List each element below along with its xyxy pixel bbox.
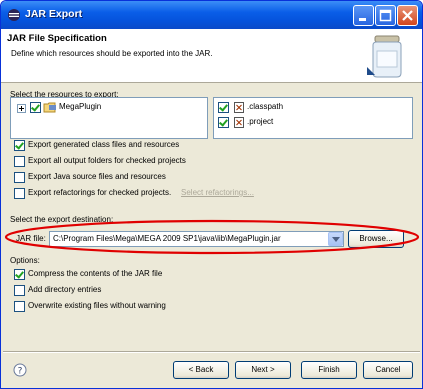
xml-file-icon (234, 117, 244, 128)
export-output-folders-label[interactable]: Export all output folders for checked pr… (28, 156, 186, 165)
export-source-files-checkbox[interactable] (14, 172, 25, 183)
finish-button[interactable]: Finish (301, 361, 357, 379)
eclipse-icon (8, 9, 20, 21)
minimize-icon (359, 18, 366, 21)
project-checkbox[interactable] (218, 117, 229, 128)
compress-checkbox[interactable] (14, 269, 25, 280)
export-output-folders-checkbox[interactable] (14, 156, 25, 167)
project-folder-icon (43, 102, 56, 113)
jar-export-window: JAR Export JAR File Specification Define… (0, 0, 423, 389)
export-refactorings-checkbox[interactable] (14, 188, 25, 199)
wizard-header: JAR File Specification Define which reso… (1, 29, 422, 83)
overwrite-label[interactable]: Overwrite existing files without warning (28, 301, 166, 310)
directory-entries-checkbox[interactable] (14, 285, 25, 296)
close-button[interactable] (397, 5, 418, 26)
options-label: Options: (10, 256, 40, 265)
export-refactorings-label[interactable]: Export refactorings for checked projects… (28, 188, 171, 197)
maximize-button[interactable] (375, 5, 396, 26)
xml-file-icon (234, 102, 244, 113)
overwrite-checkbox[interactable] (14, 301, 25, 312)
minimize-button[interactable] (353, 5, 374, 26)
page-title: JAR File Specification (7, 33, 107, 44)
file-project[interactable]: .project (247, 117, 273, 126)
cancel-button[interactable]: Cancel (363, 361, 413, 379)
title-bar: JAR Export (1, 1, 422, 29)
file-list[interactable]: .classpath .project (213, 97, 413, 139)
window-title: JAR Export (25, 8, 83, 20)
button-bar-separator (3, 351, 420, 353)
next-button[interactable]: Next > (235, 361, 291, 379)
resource-tree[interactable]: MegaPlugin (10, 97, 208, 139)
help-icon[interactable]: ? (13, 363, 27, 377)
svg-text:?: ? (18, 367, 23, 377)
directory-entries-label[interactable]: Add directory entries (28, 285, 101, 294)
export-class-files-checkbox[interactable] (14, 140, 25, 151)
maximize-icon (379, 9, 392, 22)
export-class-files-label[interactable]: Export generated class files and resourc… (28, 140, 179, 149)
megaplugin-checkbox[interactable] (30, 102, 41, 113)
page-description: Define which resources should be exporte… (11, 49, 213, 58)
jar-icon (367, 35, 402, 78)
compress-label[interactable]: Compress the contents of the JAR file (28, 269, 162, 278)
back-button[interactable]: < Back (173, 361, 229, 379)
classpath-checkbox[interactable] (218, 102, 229, 113)
expand-icon[interactable] (17, 104, 26, 113)
tree-item-megaplugin[interactable]: MegaPlugin (59, 102, 101, 111)
red-highlight-ellipse (4, 219, 420, 255)
export-source-files-label[interactable]: Export Java source files and resources (28, 172, 166, 181)
file-classpath[interactable]: .classpath (247, 102, 283, 111)
close-icon (402, 10, 413, 21)
select-refactorings-link[interactable]: Select refactorings... (181, 188, 254, 197)
